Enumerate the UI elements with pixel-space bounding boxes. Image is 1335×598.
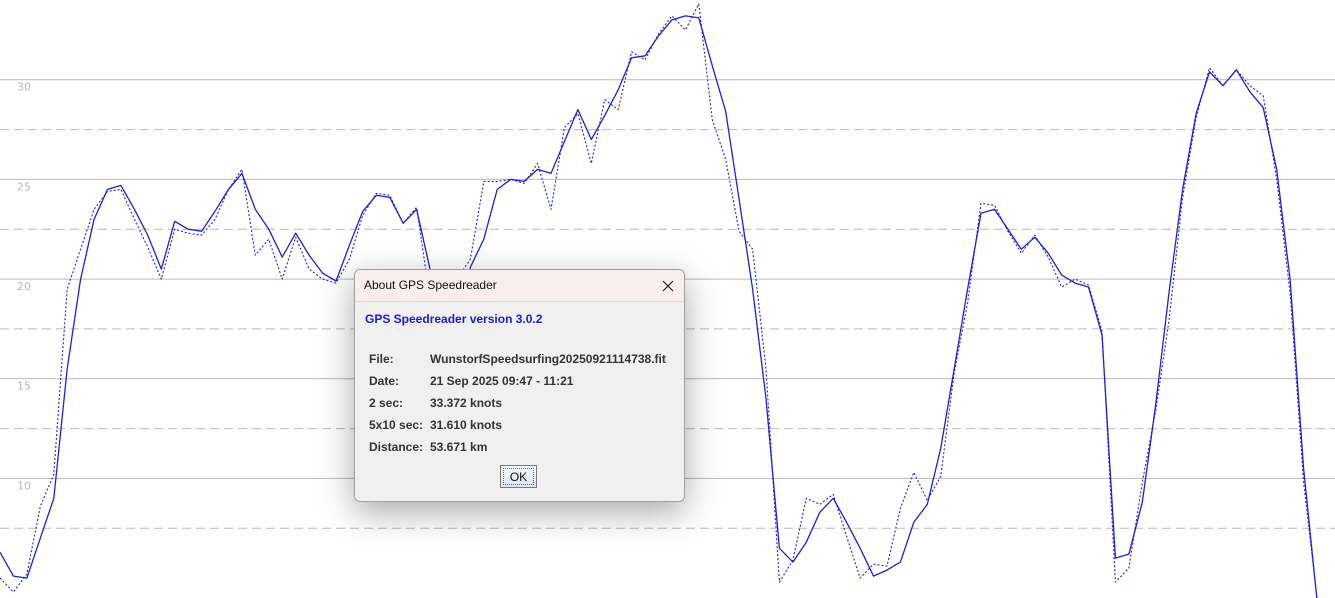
two-sec-value: 33.372 knots	[430, 396, 503, 410]
ok-button[interactable]: OK	[500, 465, 537, 488]
file-label: File:	[369, 352, 394, 366]
distance-label: Distance:	[369, 440, 424, 454]
close-button[interactable]	[652, 270, 684, 301]
dialog-title: About GPS Speedreader	[364, 278, 497, 292]
info-row-file: File: WunstorfSpeedsurfing20250921114738…	[369, 348, 666, 370]
info-table: File: WunstorfSpeedsurfing20250921114738…	[369, 348, 666, 458]
y-tick-label: 20	[17, 280, 31, 293]
y-tick-label: 25	[17, 180, 31, 193]
info-row-5x10: 5x10 sec: 31.610 knots	[369, 414, 666, 436]
version-heading: GPS Speedreader version 3.0.2	[365, 312, 543, 326]
date-value: 21 Sep 2025 09:47 - 11:21	[430, 374, 574, 388]
two-sec-label: 2 sec:	[369, 396, 404, 410]
close-icon	[662, 280, 674, 291]
distance-value: 53.671 km	[430, 440, 488, 454]
y-tick-label: 10	[17, 479, 31, 492]
about-dialog: About GPS Speedreader GPS Speedreader ve…	[354, 269, 685, 502]
file-value: WunstorfSpeedsurfing20250921114738.fit	[430, 352, 666, 366]
info-row-date: Date: 21 Sep 2025 09:47 - 11:21	[369, 370, 666, 392]
five-x-ten-value: 31.610 knots	[430, 418, 503, 432]
info-row-distance: Distance: 53.671 km	[369, 436, 666, 458]
date-label: Date:	[369, 374, 400, 388]
five-x-ten-label: 5x10 sec:	[369, 418, 424, 432]
y-tick-label: 30	[17, 81, 31, 94]
dialog-titlebar: About GPS Speedreader	[355, 270, 684, 302]
y-tick-label: 15	[17, 380, 31, 393]
y-axis-labels: 10 15 20 25 30	[17, 81, 31, 493]
info-row-2sec: 2 sec: 33.372 knots	[369, 392, 666, 414]
